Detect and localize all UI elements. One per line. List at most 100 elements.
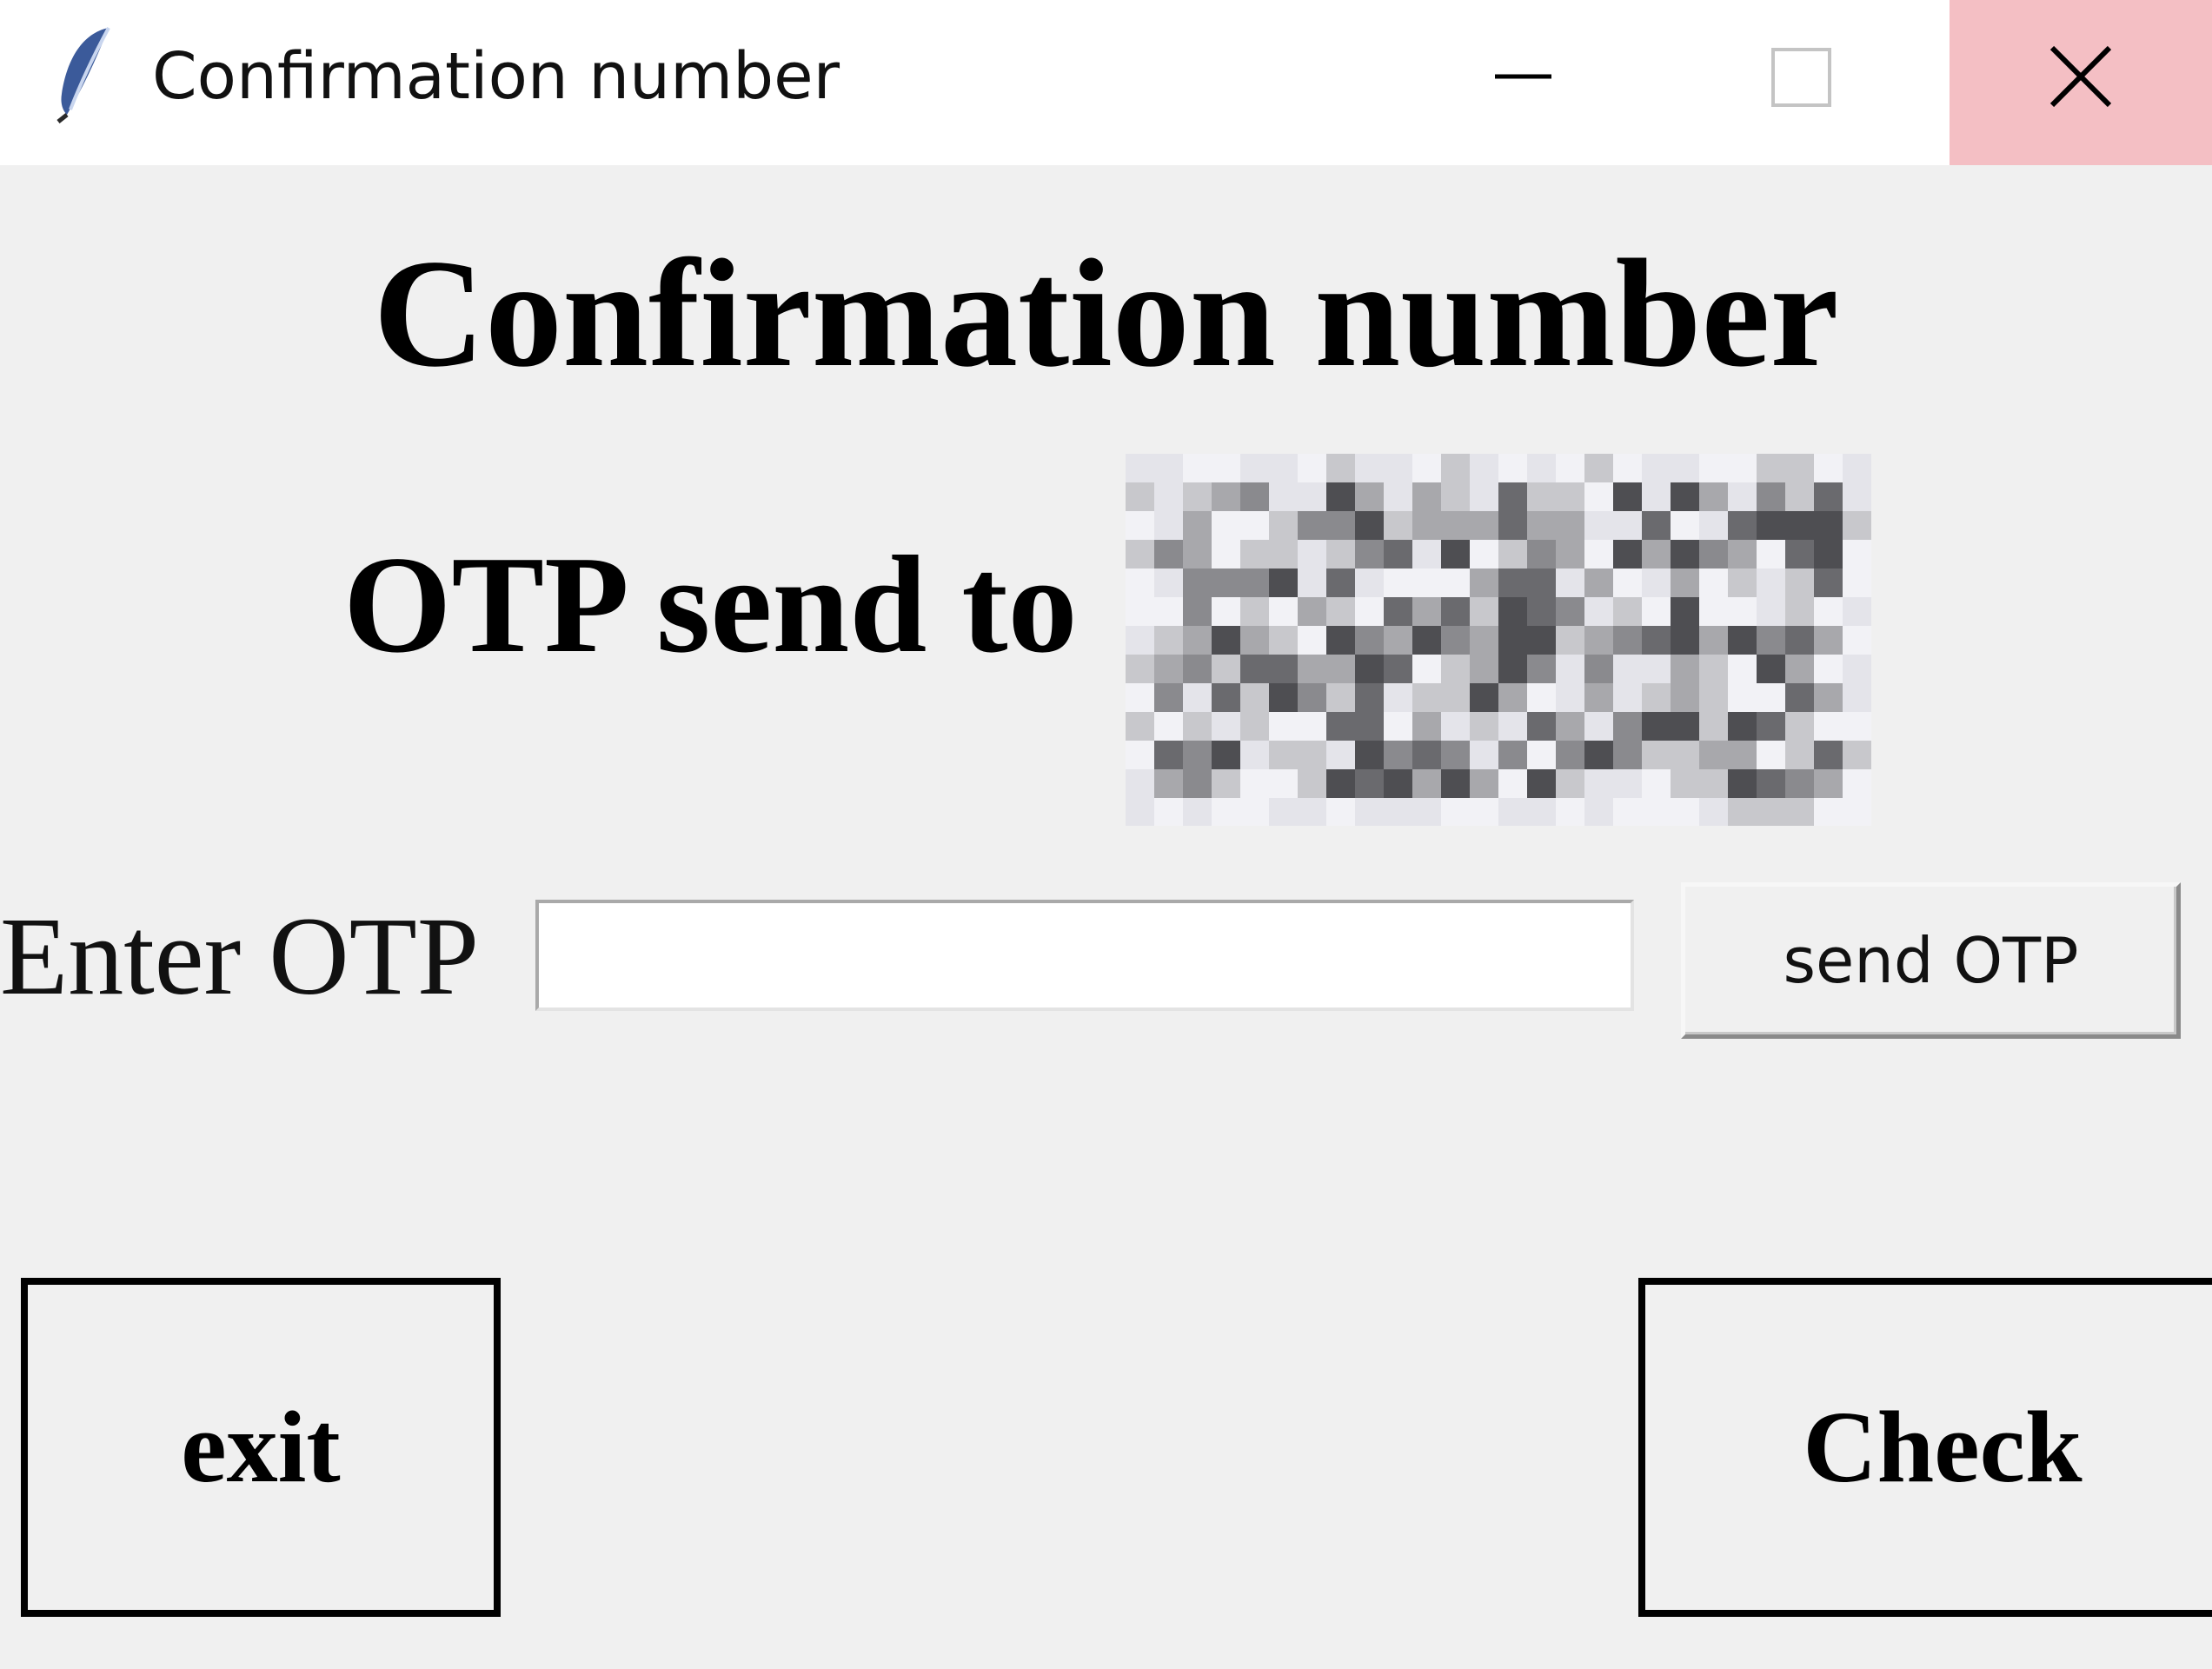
redaction-pixel	[1298, 626, 1326, 655]
redaction-pixel	[1814, 655, 1843, 683]
close-button[interactable]	[1950, 0, 2212, 165]
redaction-pixel	[1613, 511, 1642, 540]
redaction-pixel	[1154, 712, 1183, 741]
redaction-pixel	[1326, 655, 1355, 683]
redaction-pixel	[1412, 569, 1441, 597]
redaction-pixel	[1240, 540, 1269, 569]
redaction-pixel	[1441, 626, 1470, 655]
redaction-pixel	[1642, 712, 1671, 741]
title-bar[interactable]: Confirmation number	[0, 0, 2212, 165]
redaction-pixel	[1470, 454, 1498, 482]
redaction-pixel	[1126, 597, 1154, 626]
redaction-pixel	[1814, 597, 1843, 626]
redaction-pixel	[1814, 798, 1843, 826]
redaction-pixel	[1298, 655, 1326, 683]
redaction-pixel	[1470, 511, 1498, 540]
redaction-pixel	[1785, 511, 1814, 540]
redaction-pixel	[1814, 569, 1843, 597]
redaction-pixel	[1527, 683, 1556, 712]
redaction-pixel	[1814, 540, 1843, 569]
exit-button[interactable]: exit	[21, 1278, 501, 1617]
redaction-pixel	[1699, 540, 1728, 569]
redaction-pixel	[1412, 540, 1441, 569]
redaction-pixel	[1527, 482, 1556, 511]
redaction-pixel	[1240, 597, 1269, 626]
redaction-pixel	[1384, 683, 1412, 712]
redaction-pixel	[1785, 482, 1814, 511]
redaction-pixel	[1240, 741, 1269, 769]
redaction-pixel	[1126, 482, 1154, 511]
redaction-pixel	[1212, 454, 1240, 482]
redaction-pixel	[1584, 454, 1613, 482]
redaction-pixel	[1154, 482, 1183, 511]
redaction-pixel	[1326, 769, 1355, 798]
redaction-pixel	[1126, 655, 1154, 683]
redaction-pixel	[1843, 798, 1871, 826]
redaction-pixel	[1498, 569, 1527, 597]
redaction-pixel	[1384, 569, 1412, 597]
redaction-pixel	[1384, 798, 1412, 826]
redaction-pixel	[1326, 540, 1355, 569]
redaction-pixel	[1556, 741, 1584, 769]
redaction-pixel	[1355, 741, 1384, 769]
redaction-pixel	[1584, 655, 1613, 683]
redaction-pixel	[1183, 655, 1212, 683]
redaction-pixel	[1699, 597, 1728, 626]
redaction-pixel	[1183, 569, 1212, 597]
redaction-pixel	[1298, 511, 1326, 540]
redaction-pixel	[1470, 569, 1498, 597]
redaction-pixel	[1728, 769, 1757, 798]
redaction-pixel	[1699, 798, 1728, 826]
redaction-pixel	[1441, 482, 1470, 511]
send-otp-button[interactable]: send OTP	[1681, 882, 2181, 1039]
redaction-pixel	[1355, 454, 1384, 482]
redaction-pixel	[1556, 482, 1584, 511]
redaction-pixel	[1298, 569, 1326, 597]
redaction-pixel	[1470, 798, 1498, 826]
redaction-pixel	[1757, 540, 1785, 569]
redaction-pixel	[1126, 769, 1154, 798]
redaction-pixel	[1126, 540, 1154, 569]
redaction-pixel	[1183, 712, 1212, 741]
redaction-pixel	[1498, 454, 1527, 482]
redaction-pixel	[1814, 769, 1843, 798]
redaction-pixel	[1126, 683, 1154, 712]
maximize-button[interactable]	[1664, 0, 1943, 165]
minimize-button[interactable]	[1386, 0, 1664, 165]
redaction-pixel	[1613, 597, 1642, 626]
redaction-pixel	[1785, 626, 1814, 655]
redaction-pixel	[1613, 683, 1642, 712]
redaction-pixel	[1843, 597, 1871, 626]
redaction-pixel	[1498, 741, 1527, 769]
redaction-pixel	[1671, 569, 1699, 597]
redaction-pixel	[1298, 769, 1326, 798]
redaction-pixel	[1728, 597, 1757, 626]
redaction-pixel	[1527, 712, 1556, 741]
redaction-pixel	[1269, 769, 1298, 798]
redaction-pixel	[1240, 769, 1269, 798]
redaction-pixel	[1212, 769, 1240, 798]
redaction-pixel	[1671, 482, 1699, 511]
otp-input[interactable]	[535, 900, 1634, 1011]
redaction-pixel	[1355, 511, 1384, 540]
redaction-pixel	[1126, 454, 1154, 482]
redaction-pixel	[1384, 655, 1412, 683]
redaction-pixel	[1384, 741, 1412, 769]
redaction-pixel	[1183, 511, 1212, 540]
redaction-pixel	[1556, 597, 1584, 626]
redaction-pixel	[1785, 741, 1814, 769]
redaction-pixel	[1785, 597, 1814, 626]
redaction-pixel	[1556, 511, 1584, 540]
redaction-pixel	[1556, 798, 1584, 826]
redaction-pixel	[1728, 798, 1757, 826]
redaction-pixel	[1326, 683, 1355, 712]
redaction-pixel	[1527, 769, 1556, 798]
redaction-pixel	[1240, 482, 1269, 511]
redaction-pixel	[1642, 482, 1671, 511]
redaction-pixel	[1183, 798, 1212, 826]
check-button[interactable]: Check	[1638, 1278, 2212, 1617]
redaction-pixel	[1699, 655, 1728, 683]
redaction-pixel	[1613, 482, 1642, 511]
redaction-pixel	[1642, 626, 1671, 655]
window-title: Confirmation number	[152, 39, 840, 114]
